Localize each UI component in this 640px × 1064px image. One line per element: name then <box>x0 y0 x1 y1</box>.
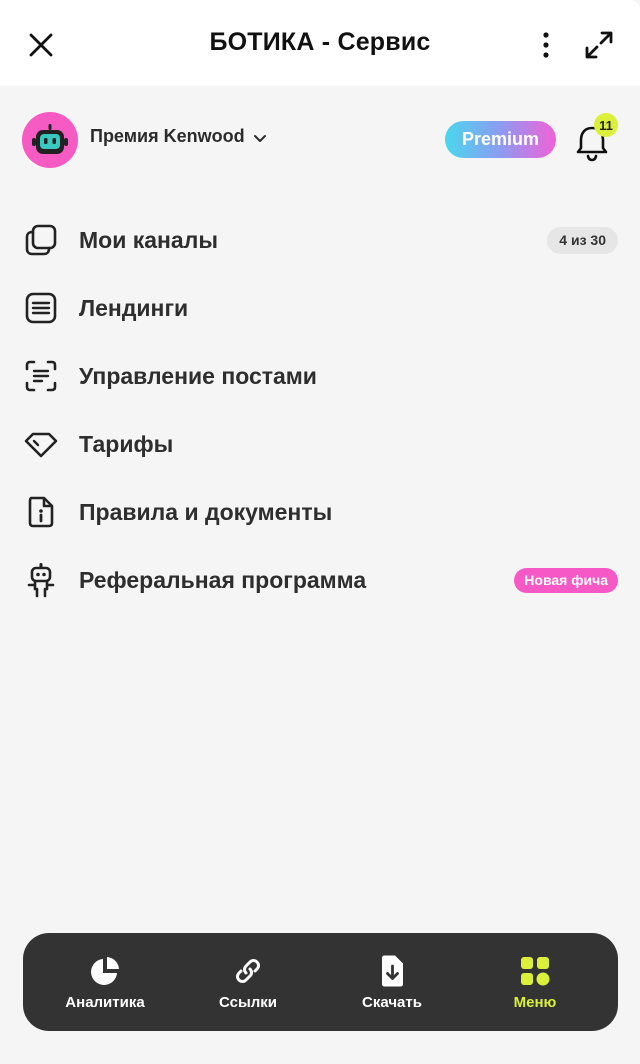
nav-analytics[interactable]: Аналитика <box>31 933 179 1031</box>
premium-button[interactable]: Premium <box>445 121 556 158</box>
landing-icon <box>22 289 60 327</box>
menu-item-posts[interactable]: Управление постами <box>0 342 640 410</box>
grid-icon <box>461 955 609 987</box>
diamond-icon <box>22 425 60 463</box>
menu-item-tariffs[interactable]: Тарифы <box>0 410 640 478</box>
new-feature-badge: Новая фича <box>514 567 618 593</box>
menu-item-documents[interactable]: Правила и документы <box>0 478 640 546</box>
nav-label: Скачать <box>362 994 422 1011</box>
menu-item-label: Реферальная программа <box>79 566 367 593</box>
menu-item-label: Правила и документы <box>79 498 333 525</box>
more-vertical-icon <box>543 32 549 58</box>
pie-chart-icon <box>31 955 179 987</box>
avatar[interactable] <box>22 112 78 168</box>
document-info-icon <box>22 493 60 531</box>
nav-links[interactable]: Ссылки <box>174 933 322 1031</box>
menu-item-landings[interactable]: Лендинги <box>0 274 640 342</box>
menu-item-label: Мои каналы <box>79 226 218 253</box>
channels-icon <box>22 221 60 259</box>
nav-label: Меню <box>513 994 557 1011</box>
channels-count-badge: 4 из 30 <box>547 226 618 254</box>
menu-item-referral[interactable]: Реферальная программа Новая фича <box>0 546 640 614</box>
menu-item-label: Управление постами <box>79 362 317 389</box>
nav-download[interactable]: Скачать <box>318 933 466 1031</box>
nav-label: Ссылки <box>218 994 278 1011</box>
bottom-navigation: Аналитика Ссылки Скачать Меню <box>23 933 618 1031</box>
bot-avatar-icon <box>32 124 68 154</box>
account-name: Премия Kenwood <box>90 126 245 146</box>
robot-icon <box>22 561 60 599</box>
nav-menu[interactable]: Меню <box>461 933 609 1031</box>
account-selector[interactable]: Премия Kenwood <box>90 126 267 147</box>
menu-item-label: Тарифы <box>79 430 174 457</box>
chevron-down-icon <box>253 134 266 142</box>
menu-item-label: Лендинги <box>79 294 189 321</box>
expand-button[interactable] <box>578 24 620 66</box>
notification-count-badge: 11 <box>594 113 618 137</box>
main-menu: Мои каналы 4 из 30 Лендинги Управление п… <box>0 206 640 614</box>
menu-item-channels[interactable]: Мои каналы 4 из 30 <box>0 206 640 274</box>
profile-row: Премия Kenwood Premium 11 <box>0 110 640 170</box>
nav-label: Аналитика <box>65 994 145 1011</box>
top-bar: БОТИКА - Сервис <box>0 0 640 86</box>
link-icon <box>174 955 322 987</box>
expand-icon <box>585 31 613 59</box>
posts-icon <box>22 357 60 395</box>
more-options-button[interactable] <box>528 26 564 64</box>
download-file-icon <box>318 955 466 987</box>
